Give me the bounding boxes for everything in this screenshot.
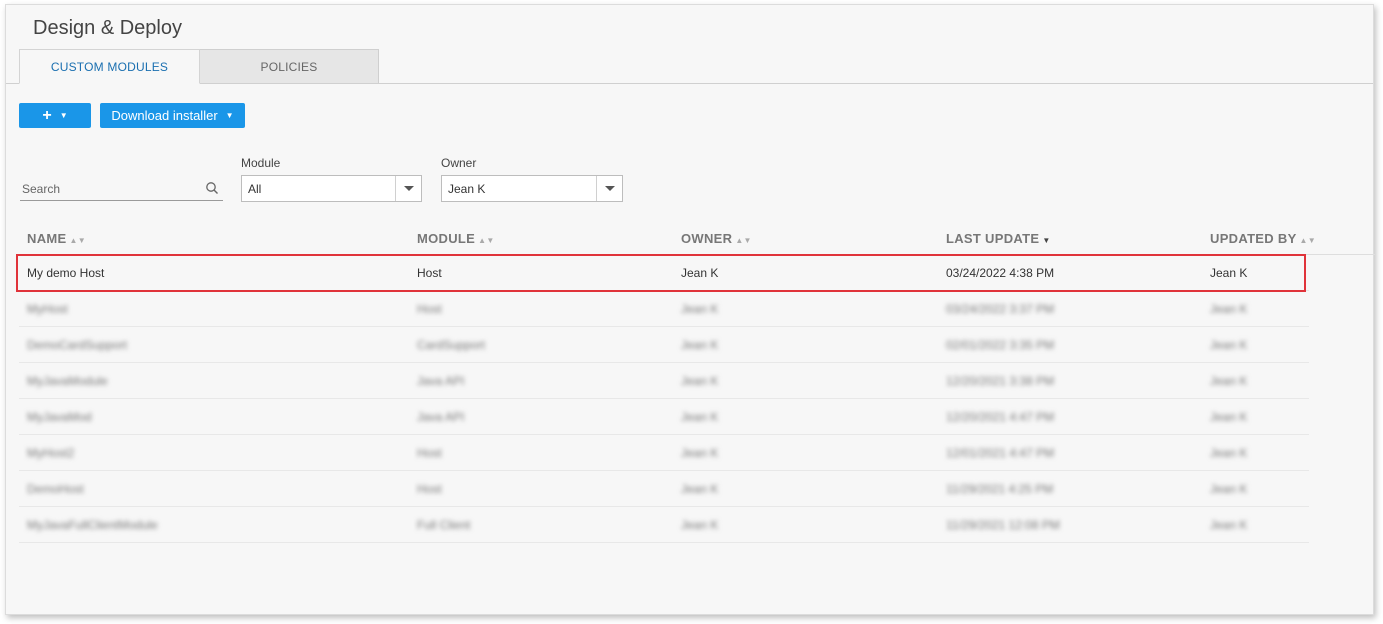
- cell-module: Java API: [417, 374, 465, 388]
- cell-owner: Jean K: [681, 266, 719, 280]
- cell-last-update: 12/20/2021 3:38 PM: [946, 374, 1055, 388]
- add-button[interactable]: + ▼: [19, 103, 91, 128]
- cell-name: MyHost: [27, 302, 68, 316]
- table-row[interactable]: MyJavaFullClientModule Full Client Jean K 1…: [19, 507, 1309, 543]
- download-installer-label: Download installer: [111, 108, 218, 123]
- tab-divider: [6, 83, 1373, 84]
- cell-last-update: 12/20/2021 4:47 PM: [946, 410, 1055, 424]
- cell-module: Host: [417, 266, 442, 280]
- cell-module: Host: [417, 302, 442, 316]
- cell-updated-by: Jean K: [1210, 266, 1248, 280]
- search-icon[interactable]: [205, 181, 219, 195]
- sort-icon: ▲▼: [1299, 236, 1316, 245]
- cell-last-update: 02/01/2022 3:35 PM: [946, 338, 1055, 352]
- cell-module: CardSupport: [417, 338, 486, 352]
- sort-descending-icon: ▼: [1042, 236, 1051, 245]
- cell-updated-by: Jean K: [1210, 410, 1248, 424]
- table-row[interactable]: DemoCardSupport CardSupport Jean K 02/01/20…: [19, 327, 1309, 363]
- cell-updated-by: Jean K: [1210, 302, 1248, 316]
- cell-updated-by: Jean K: [1210, 482, 1248, 496]
- caret-down-icon: ▼: [225, 111, 234, 120]
- owner-select[interactable]: Jean K: [441, 175, 623, 202]
- caret-down-icon: ▼: [59, 111, 68, 120]
- column-header-module[interactable]: MODULE ▲▼: [417, 231, 495, 246]
- sort-icon: ▲▼: [69, 236, 86, 245]
- table-row[interactable]: My demo Host Host Jean K 03/24/2022 4:38 PM…: [19, 255, 1309, 291]
- cell-owner: Jean K: [681, 446, 719, 460]
- cell-name: DemoCardSupport: [27, 338, 128, 352]
- cell-owner: Jean K: [681, 482, 719, 496]
- modules-table: NAME ▲▼ MODULE ▲▼ OWNER ▲▼ LAST UPDATE ▼ UPD…: [19, 222, 1375, 543]
- cell-updated-by: Jean K: [1210, 446, 1248, 460]
- table-row[interactable]: MyJavaModule Java API Jean K 12/20/2021 3:3…: [19, 363, 1309, 399]
- cell-module: Java API: [417, 410, 465, 424]
- cell-owner: Jean K: [681, 374, 719, 388]
- module-select[interactable]: All: [241, 175, 422, 202]
- cell-name: MyJavaMod: [27, 410, 92, 424]
- cell-name: DemoHost: [27, 482, 84, 496]
- app-window: Design & Deploy CUSTOM MODULES POLICIES …: [5, 4, 1375, 615]
- cell-owner: Jean K: [681, 518, 719, 532]
- cell-name: My demo Host: [27, 266, 105, 280]
- cell-last-update: 03/24/2022 3:37 PM: [946, 302, 1055, 316]
- tab-custom-modules[interactable]: CUSTOM MODULES: [19, 49, 200, 84]
- sort-icon: ▲▼: [478, 236, 495, 245]
- owner-select-value: Jean K: [448, 182, 486, 196]
- column-header-updated-by[interactable]: UPDATED BY ▲▼: [1210, 231, 1316, 246]
- search-placeholder: Search: [22, 182, 61, 196]
- cell-module: Host: [417, 482, 442, 496]
- cell-updated-by: Jean K: [1210, 338, 1248, 352]
- cell-name: MyJavaFullClientModule: [27, 518, 158, 532]
- search-input[interactable]: Search: [20, 177, 223, 201]
- tab-policies[interactable]: POLICIES: [200, 49, 379, 84]
- cell-last-update: 11/29/2021 12:08 PM: [946, 518, 1060, 532]
- column-header-last-update[interactable]: LAST UPDATE ▼: [946, 231, 1051, 246]
- cell-last-update: 12/01/2021 4:47 PM: [946, 446, 1055, 460]
- column-header-owner[interactable]: OWNER ▲▼: [681, 231, 752, 246]
- cell-last-update: 11/29/2021 4:25 PM: [946, 482, 1054, 496]
- column-header-name[interactable]: NAME ▲▼: [27, 231, 86, 246]
- table-row[interactable]: MyHost2 Host Jean K 12/01/2021 4:47 PM Jean …: [19, 435, 1309, 471]
- plus-icon: +: [42, 106, 52, 124]
- chevron-down-icon[interactable]: [395, 176, 421, 201]
- cell-owner: Jean K: [681, 410, 719, 424]
- sort-icon: ▲▼: [735, 236, 752, 245]
- cell-updated-by: Jean K: [1210, 374, 1248, 388]
- cell-name: MyJavaModule: [27, 374, 108, 388]
- table-body: My demo Host Host Jean K 03/24/2022 4:38 PM…: [19, 255, 1375, 543]
- table-row[interactable]: DemoHost Host Jean K 11/29/2021 4:25 PM Jean…: [19, 471, 1309, 507]
- cell-owner: Jean K: [681, 338, 719, 352]
- cell-module: Full Client: [417, 518, 471, 532]
- module-select-value: All: [248, 182, 262, 196]
- table-row[interactable]: MyJavaMod Java API Jean K 12/20/2021 4:47 P…: [19, 399, 1309, 435]
- table-header: NAME ▲▼ MODULE ▲▼ OWNER ▲▼ LAST UPDATE ▼ UPD…: [19, 222, 1375, 255]
- download-installer-button[interactable]: Download installer ▼: [100, 103, 245, 128]
- cell-owner: Jean K: [681, 302, 719, 316]
- module-filter-label: Module: [241, 156, 281, 170]
- cell-module: Host: [417, 446, 442, 460]
- cell-last-update: 03/24/2022 4:38 PM: [946, 266, 1055, 280]
- cell-name: MyHost2: [27, 446, 75, 460]
- table-row[interactable]: MyHost Host Jean K 03/24/2022 3:37 PM Jean K: [19, 291, 1309, 327]
- chevron-down-icon[interactable]: [596, 176, 622, 201]
- owner-filter-label: Owner: [441, 156, 477, 170]
- tab-bar: CUSTOM MODULES POLICIES: [19, 49, 379, 84]
- cell-updated-by: Jean K: [1210, 518, 1248, 532]
- page-title: Design & Deploy: [33, 17, 182, 39]
